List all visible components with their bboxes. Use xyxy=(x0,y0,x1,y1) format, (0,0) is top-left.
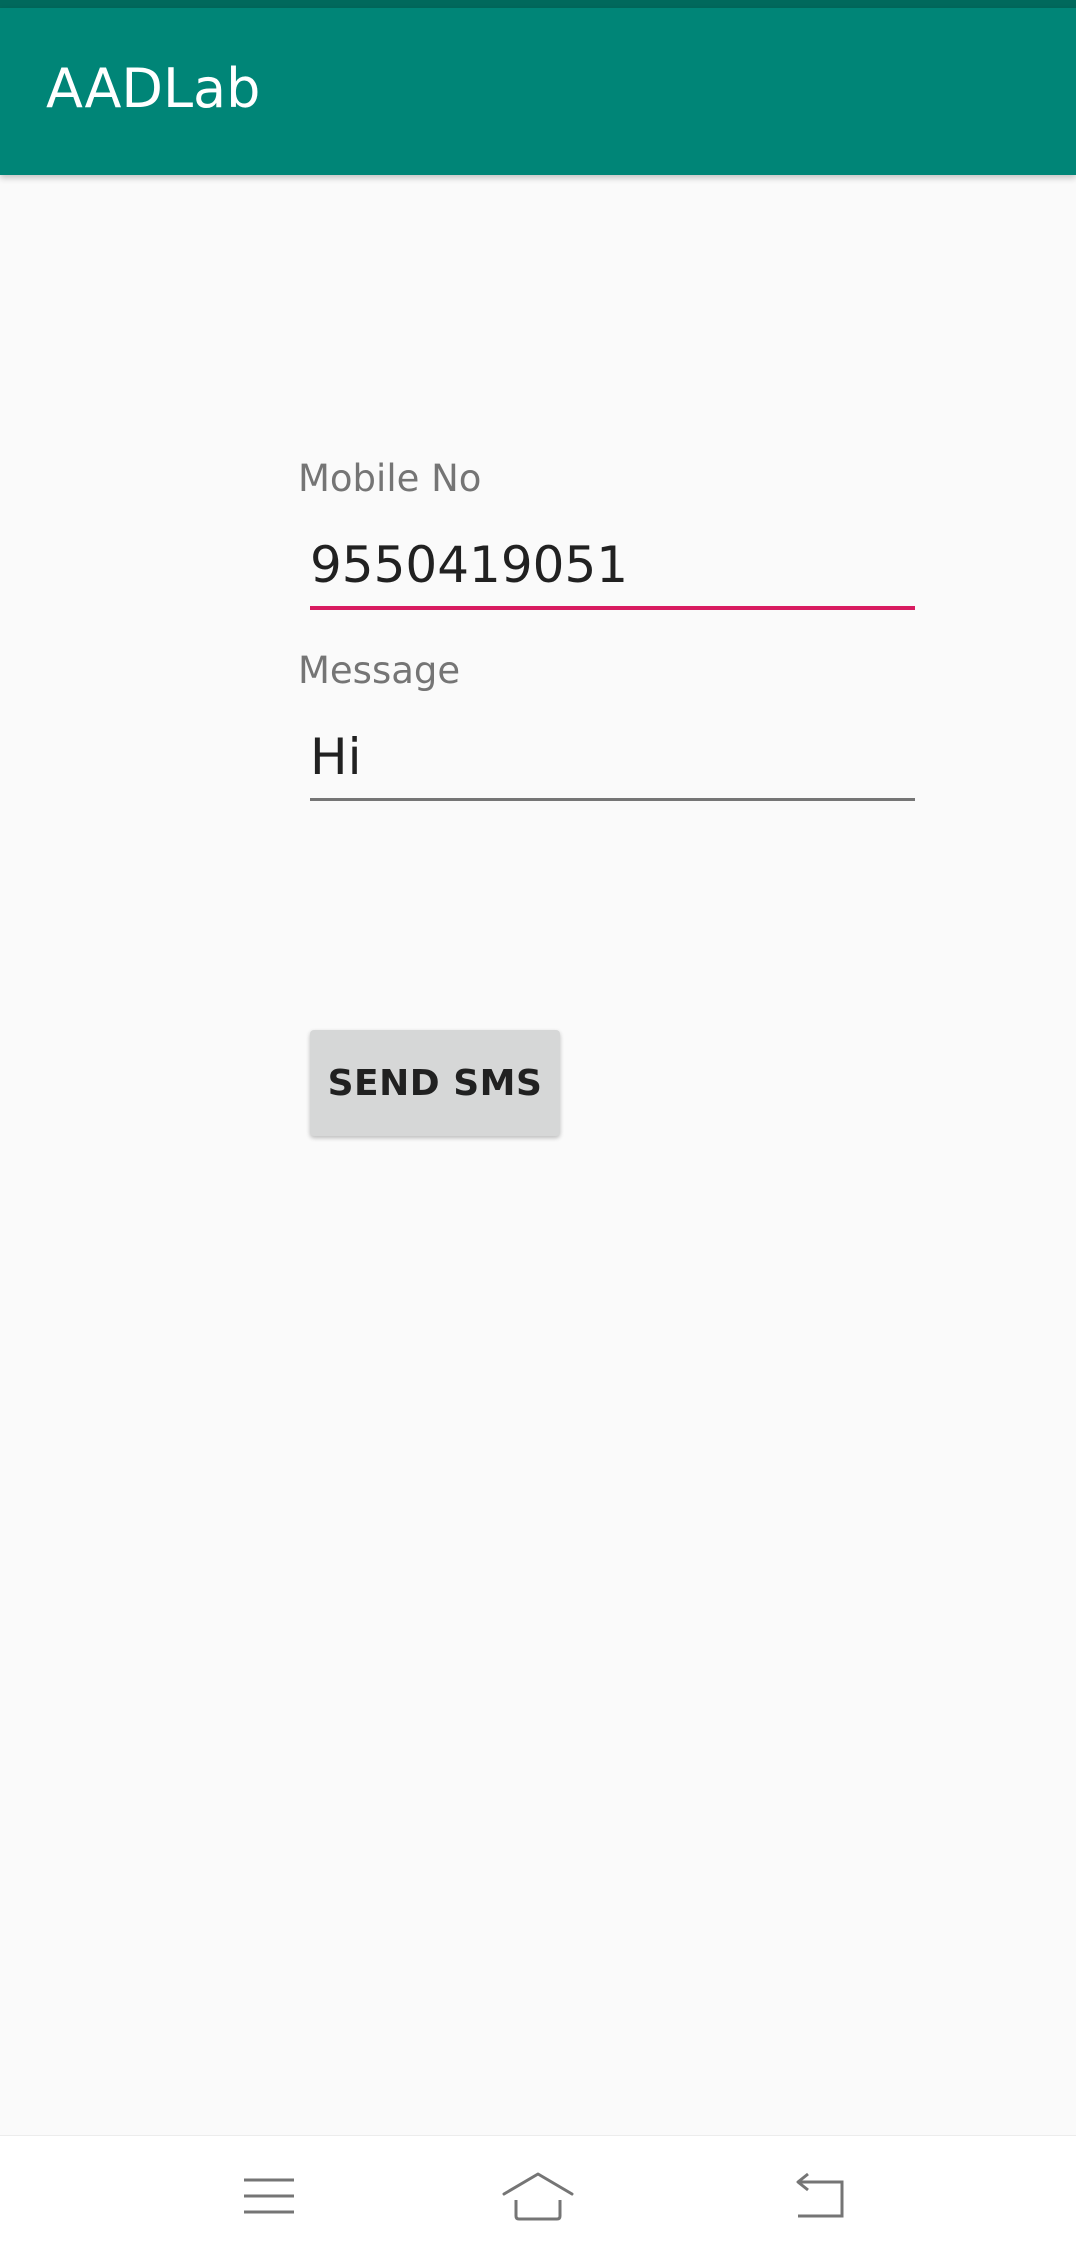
mobile-number-field[interactable]: 9550419051 xyxy=(310,540,915,610)
system-nav-bar xyxy=(0,2135,1076,2261)
app-title: AADLab xyxy=(46,57,261,120)
mobile-number-value: 9550419051 xyxy=(310,536,629,594)
send-sms-button-label: SEND SMS xyxy=(327,1062,543,1104)
message-value: Hi xyxy=(310,728,362,786)
message-label: Message xyxy=(298,649,461,692)
back-icon[interactable] xyxy=(786,2166,856,2226)
mobile-number-label: Mobile No xyxy=(298,457,482,500)
menu-icon[interactable] xyxy=(234,2166,304,2226)
app-bar: AADLab xyxy=(0,8,1076,175)
status-bar xyxy=(0,0,1076,8)
main-content xyxy=(0,175,1076,2135)
home-icon[interactable] xyxy=(500,2166,574,2226)
message-field[interactable]: Hi xyxy=(310,732,915,801)
send-sms-button[interactable]: SEND SMS xyxy=(310,1030,560,1136)
